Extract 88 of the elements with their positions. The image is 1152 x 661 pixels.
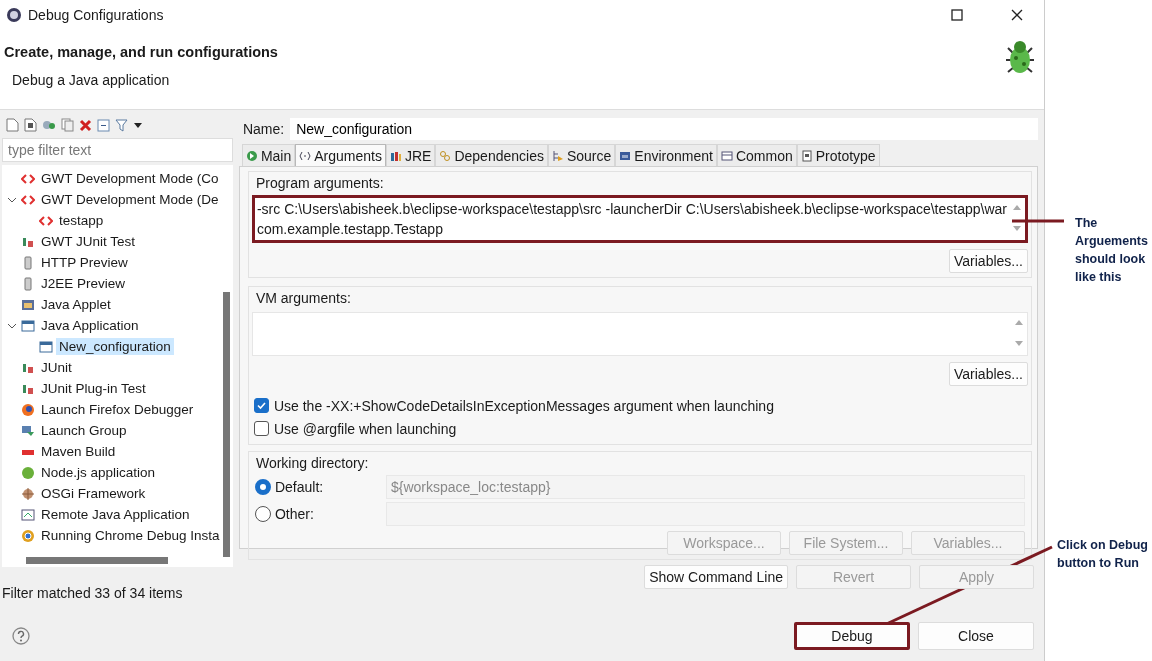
maximize-icon [951,9,963,21]
tree-item[interactable]: Java Application [38,317,142,334]
dialog-button[interactable]: Debug [794,622,910,650]
radio-button[interactable] [254,478,271,495]
remote-icon [21,507,35,522]
scrollbar[interactable] [222,292,230,557]
server-icon [21,255,35,270]
new-prototype-icon[interactable] [24,118,37,132]
tree-item[interactable]: Running Chrome Debug Insta [38,527,223,544]
tab[interactable]: Dependencies [435,144,548,166]
tree-item[interactable]: JUnit [38,359,75,376]
tree-item[interactable]: Remote Java Application [38,506,193,523]
tab[interactable]: JRE [386,144,436,166]
variables-button[interactable]: Variables... [949,362,1028,386]
radio-label: Other: [274,505,315,522]
check-icon [255,400,267,411]
tree-item[interactable]: J2EE Preview [38,275,129,292]
server-icon [21,276,35,291]
leader-line [1012,219,1064,223]
window-icon [21,318,35,333]
new-file-icon[interactable] [6,118,19,132]
dialog-button[interactable]: Close [918,622,1034,650]
play-icon [245,149,258,162]
tab[interactable]: Environment [615,144,717,166]
filter-icon[interactable] [115,118,128,132]
name-label: Name: [242,121,285,137]
window-icon [39,339,53,354]
code-icon [39,213,53,228]
tab[interactable]: Arguments [295,144,386,166]
variables-button[interactable]: Variables... [949,249,1028,273]
tree-item[interactable]: JUnit Plug-in Test [38,380,149,397]
checkbox[interactable] [253,398,269,413]
window-icon [720,149,733,162]
tree-item[interactable]: Node.js application [38,464,159,481]
checkbox-label: Use the -XX:+ShowCodeDetailsInExceptionMessages argument when launching [273,397,774,414]
variable-icon [299,149,312,162]
tab[interactable]: Prototype [796,144,880,166]
annotation-text: The Arguements should look like this [1075,215,1149,286]
dropdown-icon[interactable] [133,120,143,130]
filter-field[interactable]: type filter text [2,138,233,162]
tab[interactable]: Common [716,144,797,166]
tree-item[interactable]: Java Applet [38,296,114,313]
tree-item[interactable]: Launch Group [38,422,130,439]
tree-item[interactable]: OSGi Framework [38,485,149,502]
chrome-icon [21,528,35,543]
checkbox[interactable] [253,421,269,436]
tree-item[interactable]: GWT Development Mode (De [38,191,222,208]
link-icon [439,149,452,162]
tab[interactable]: Main [241,144,296,166]
group-label: Program arguments: [254,175,385,193]
tree-item[interactable]: New_configuration [56,338,174,355]
copy-icon[interactable] [61,118,74,132]
tree-item[interactable]: Launch Firefox Debugger [38,401,197,418]
code-icon [21,171,35,186]
radio-label: Default: [274,478,325,495]
app-icon [6,7,22,23]
group-label: VM arguments: [254,290,352,308]
tree-item[interactable]: GWT JUnit Test [38,233,139,250]
program-arguments-field[interactable]: -src C:\Users\abisheek.b\eclipse-workspace\testapp\src -launcherDir C:\Users\abisheek.b\eclipse-workspace\testapp\war com.example.testapp.Testapp [251,195,1028,243]
globe-icon [21,402,35,417]
checkbox-label: Use @argfile when launching [273,420,457,437]
environment-icon [619,149,632,162]
window-icon [21,297,35,312]
filter-status: Filter matched 33 of 34 items [2,585,184,601]
action-button[interactable]: Show Command Line [644,565,788,589]
launch-group-icon [21,423,35,438]
close-icon [1011,9,1023,21]
vm-arguments-field[interactable] [251,312,1028,356]
group-label: Working directory: [254,455,370,473]
tree-item[interactable]: HTTP Preview [38,254,131,271]
annotation-text: Click on Debug button to Run [1057,537,1149,572]
name-field[interactable]: New_configuration [290,118,1038,140]
tree-item[interactable]: Maven Build [38,443,119,460]
code-icon [21,192,35,207]
books-icon [390,149,402,162]
help-icon[interactable] [12,627,30,645]
delete-icon[interactable] [79,118,92,132]
tree-item[interactable]: GWT Development Mode (Co [38,170,222,187]
tree-item[interactable]: testapp [56,212,107,229]
source-icon [551,149,564,162]
tab[interactable]: Source [547,144,616,166]
dialog-subtitle: Debug a Java application [11,72,171,88]
collapse-all-icon[interactable] [97,118,110,132]
dialog-heading: Create, manage, and run configurations [4,44,279,60]
scrollbar[interactable] [26,557,168,564]
window-title: Debug Configurations [28,7,165,23]
document-icon [800,149,813,162]
radio-button[interactable] [254,505,271,522]
